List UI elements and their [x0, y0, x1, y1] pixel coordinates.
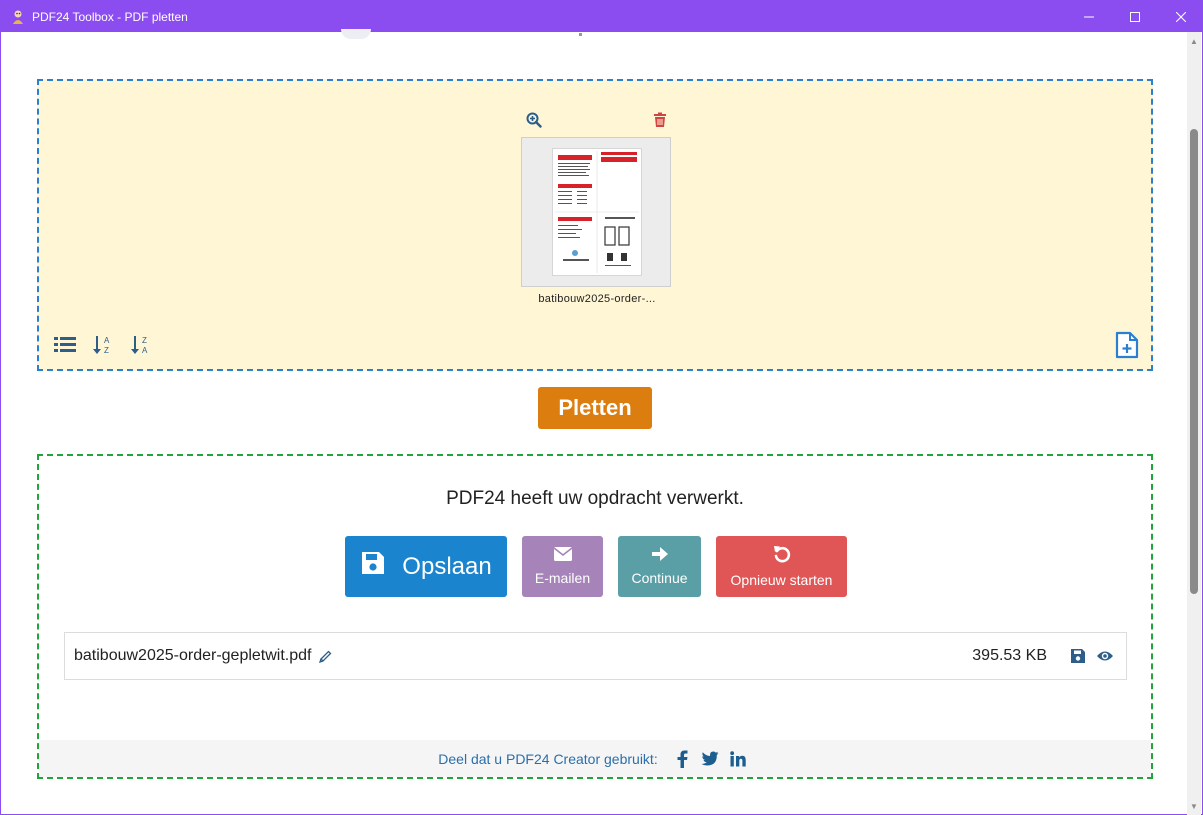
window-controls: [1066, 1, 1203, 32]
scrolled-logo-remnant: [341, 29, 371, 39]
svg-text:A: A: [104, 336, 110, 345]
title-bar[interactable]: PDF24 Toolbox - PDF pletten: [1, 1, 1203, 32]
scroll-up-arrow-icon[interactable]: ▲: [1187, 34, 1201, 48]
window-title: PDF24 Toolbox - PDF pletten: [32, 9, 188, 24]
close-icon: [1176, 11, 1186, 22]
file-dropzone[interactable]: batibouw2025-order-... A Z Z A: [37, 79, 1153, 371]
arrow-right-icon: [651, 547, 668, 564]
svg-text:Z: Z: [104, 346, 109, 355]
share-text: Deel dat u PDF24 Creator gebruikt:: [438, 750, 658, 767]
pletten-button[interactable]: Pletten: [538, 387, 652, 429]
close-button[interactable]: [1158, 1, 1203, 32]
facebook-icon[interactable]: [672, 749, 692, 769]
result-file-size: 395.53 KB: [972, 647, 1047, 664]
pdf24-app-icon: [10, 9, 26, 25]
email-label: E-mailen: [534, 570, 591, 586]
minimize-icon: [1084, 16, 1094, 17]
maximize-button[interactable]: [1112, 1, 1158, 32]
pdf-thumbnail[interactable]: [521, 137, 671, 287]
continue-button[interactable]: Continue: [618, 536, 701, 597]
svg-text:Z: Z: [142, 336, 147, 345]
share-bar: Deel dat u PDF24 Creator gebruikt:: [39, 740, 1151, 777]
dropzone-toolbar: A Z Z A: [53, 333, 153, 357]
sort-alpha-asc-icon[interactable]: A Z: [91, 333, 115, 357]
maximize-icon: [1130, 11, 1140, 22]
minimize-button[interactable]: [1066, 1, 1112, 32]
scroll-thumb[interactable]: [1190, 129, 1198, 594]
sort-alpha-desc-icon[interactable]: Z A: [129, 333, 153, 357]
result-file-row: batibouw2025-order-gepletwit.pdf 395.53 …: [64, 632, 1127, 680]
scrolled-text-remnant: [579, 33, 582, 36]
trash-icon[interactable]: [651, 111, 669, 129]
app-window: PDF24 Toolbox - PDF pletten ▲ ▼ batibouw…: [0, 0, 1203, 815]
vertical-scrollbar[interactable]: ▲ ▼: [1187, 32, 1201, 815]
twitter-icon[interactable]: [700, 749, 720, 769]
save-button[interactable]: Opslaan: [345, 536, 507, 597]
result-panel: PDF24 heeft uw opdracht verwerkt. Opslaa…: [37, 454, 1153, 779]
result-actions: Opslaan E-mailen Continue Opnieuw starte…: [345, 536, 847, 597]
restart-label: Opnieuw starten: [730, 572, 833, 588]
continue-label: Continue: [631, 570, 688, 586]
add-file-icon[interactable]: [1115, 331, 1141, 359]
linkedin-icon[interactable]: [728, 749, 748, 769]
pencil-icon[interactable]: [319, 649, 333, 664]
file-card[interactable]: batibouw2025-order-...: [521, 109, 673, 305]
zoom-in-icon[interactable]: [525, 111, 543, 129]
file-name: batibouw2025-order-...: [538, 293, 656, 305]
envelope-icon: [553, 547, 572, 564]
restart-button[interactable]: Opnieuw starten: [716, 536, 847, 597]
pdf-page-preview: [552, 148, 642, 276]
file-card-actions: [521, 109, 673, 137]
svg-text:A: A: [142, 346, 148, 355]
save-file-icon[interactable]: [1070, 648, 1086, 664]
eye-icon[interactable]: [1096, 649, 1114, 663]
result-message: PDF24 heeft uw opdracht verwerkt.: [446, 488, 744, 509]
save-label: Opslaan: [402, 552, 492, 580]
email-button[interactable]: E-mailen: [522, 536, 603, 597]
result-file-name: batibouw2025-order-gepletwit.pdf: [74, 647, 312, 664]
save-icon: [360, 550, 386, 583]
scroll-down-arrow-icon[interactable]: ▼: [1187, 799, 1201, 813]
undo-icon: [773, 545, 791, 566]
list-icon[interactable]: [53, 333, 77, 357]
